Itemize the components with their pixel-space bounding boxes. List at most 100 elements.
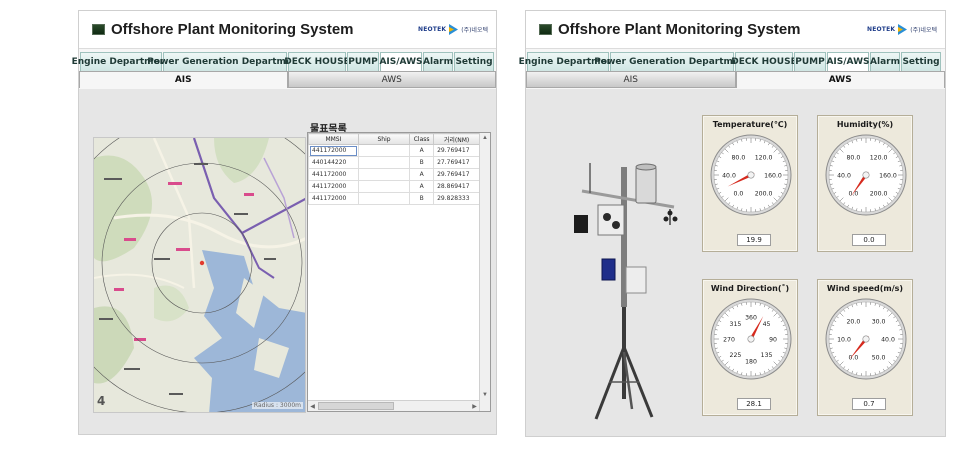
weather-station-image [574,163,678,420]
aws-window: Offshore Plant Monitoring System NEOTEK … [519,10,946,437]
cell-class: A [409,168,435,181]
tab-setting[interactable]: Setting [454,52,494,71]
dial-tick-label: 50.0 [872,355,886,362]
gauge-value-display: 0.0 [852,234,886,246]
table-vertical-scrollbar[interactable]: ▲ ▼ [479,133,490,411]
table-row[interactable]: 441172000 B 29.828333 [308,192,480,205]
tab-deck-house[interactable]: DECK HOUSE [731,52,797,71]
company-logo: NEOTEK (주)네오텍 [867,24,937,35]
app-header: Offshore Plant Monitoring System NEOTEK … [79,11,496,49]
cell-ship [357,156,411,169]
dial-tick-label: 80.0 [846,154,860,161]
gauge-title: Wind Direction(˚) [710,284,790,293]
dial-tick-label: 40.0 [722,173,736,180]
scroll-right-icon[interactable]: ▶ [470,401,479,411]
dial-tick-label: 120.0 [870,154,888,161]
scroll-up-icon[interactable]: ▲ [480,133,490,143]
target-list-table: MMSI Ship Class 거리(NM) 441172000 A 29.76… [307,132,491,412]
tab-pump[interactable]: PUMP [794,52,826,71]
cell-distance: 29.828333 [433,192,480,205]
map-corner-label: 4 [97,394,106,408]
cell-ship [357,144,411,157]
tab-ais-aws[interactable]: AIS/AWS [379,52,423,71]
logo-brand: NEOTEK [417,26,447,33]
table-horizontal-scrollbar[interactable]: ◀ ▶ [308,400,479,411]
tab-ais-aws[interactable]: AIS/AWS [826,52,870,71]
ais-window: Offshore Plant Monitoring System NEOTEK … [72,10,497,435]
col-header-mmsi[interactable]: MMSI [308,133,359,145]
dial-tick-label: 10.0 [837,337,851,344]
subtab-aws[interactable]: AWS [735,71,945,88]
subtab-ais[interactable]: AIS [79,71,288,88]
dial-tick-label: 225 [730,352,742,359]
cell-distance: 29.769417 [433,144,480,157]
dial-tick-label: 30.0 [872,318,886,325]
dial-hub [747,335,755,343]
cell-mmsi: 441172000 [308,168,359,181]
dial-hub [862,335,870,343]
table-row[interactable]: 441172000 A 29.769417 [308,168,480,181]
dial-tick-label: 160.0 [879,173,897,180]
scroll-left-icon[interactable]: ◀ [308,401,317,411]
cell-distance: 28.869417 [433,180,480,193]
temperature-dial: 80.0 120.0 40.0 160.0 0.0 200.0 [710,134,792,216]
map-radius-label: Radius : 3000m [251,402,303,409]
dial-tick-label: 40.0 [881,337,895,344]
dial-tick-label: 180 [745,359,757,366]
dial-hub [747,171,755,179]
cell-class: A [409,180,435,193]
cell-mmsi: 440144220 [308,156,359,169]
cell-ship [357,192,411,205]
sub-tab-bar: AIS AWS [526,71,945,88]
map-graphic [94,138,305,412]
app-title: Offshore Plant Monitoring System [558,21,801,38]
cell-ship [357,168,411,181]
scroll-thumb[interactable] [318,402,394,410]
col-header-ship[interactable]: Ship [357,133,411,145]
gauge-wind-speed: Wind speed(m/s) 20.0 30.0 10.0 40.0 0.0 50.0 … [817,279,913,416]
dial-tick-label: 0.0 [848,355,858,362]
tab-alarm[interactable]: Alarm [423,52,453,71]
table-row[interactable]: 441172000 A 28.869417 [308,180,480,193]
gauge-value-display: 0.7 [852,398,886,410]
dial-tick-label: 80.0 [731,154,745,161]
humidity-dial: 80.0 120.0 40.0 160.0 0.0 200.0 [825,134,907,216]
tab-power-generation-department[interactable]: Power Generation Department [594,52,750,71]
cell-distance: 29.769417 [433,168,480,181]
logo-mark-icon [898,24,908,35]
cell-class: B [409,156,435,169]
subtab-aws[interactable]: AWS [287,71,496,88]
gauge-title: Humidity(%) [836,120,894,129]
dial-tick-label: 360 [745,315,757,322]
app-title: Offshore Plant Monitoring System [111,21,354,38]
dial-tick-label: 270 [723,337,735,344]
scroll-down-icon[interactable]: ▼ [480,390,490,400]
aws-content: Temperature(℃) 80.0 120.0 40.0 160.0 0.0 200.… [526,89,945,436]
tab-alarm[interactable]: Alarm [870,52,900,71]
table-row[interactable]: 440144220 B 27.769417 [308,156,480,169]
dial-tick-label: 200.0 [870,191,888,198]
dial-tick-label: 135 [761,352,773,359]
dial-tick-label: 45 [763,321,771,328]
table-row[interactable]: 441172000 A 29.769417 [308,144,480,157]
col-header-distance[interactable]: 거리(NM) [433,133,480,145]
main-tab-bar: Engine Department Power Generation Depar… [72,52,496,71]
subtab-ais[interactable]: AIS [526,71,736,88]
dial-tick-label: 0.0 [848,191,858,198]
tab-pump[interactable]: PUMP [347,52,379,71]
gauge-title: Wind speed(m/s) [826,284,904,293]
tab-setting[interactable]: Setting [901,52,941,71]
dial-tick-label: 20.0 [846,318,860,325]
logo-brand: NEOTEK [866,26,896,33]
logo-mark-icon [449,24,459,35]
dial-hub [862,171,870,179]
ais-radar-map[interactable]: 4 Radius : 3000m [93,137,306,413]
tab-deck-house[interactable]: DECK HOUSE [284,52,350,71]
cell-distance: 27.769417 [433,156,480,169]
col-header-class[interactable]: Class [409,133,435,145]
tab-power-generation-department[interactable]: Power Generation Department [147,52,303,71]
cell-class: B [409,192,435,205]
gauge-value-display: 19.9 [737,234,771,246]
cell-class: A [409,144,435,157]
gauge-title: Temperature(℃) [712,120,788,129]
